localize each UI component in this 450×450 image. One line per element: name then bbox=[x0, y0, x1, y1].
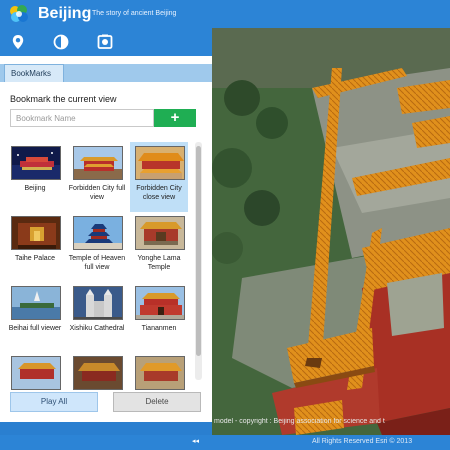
bookmark-label: Beijing bbox=[24, 185, 46, 192]
contrast-icon[interactable] bbox=[52, 33, 70, 51]
bookmark-item-taihe-palace[interactable]: Taihe Palace bbox=[6, 212, 64, 282]
scrollbar-thumb[interactable] bbox=[196, 146, 201, 356]
bookmark-label: Xishiku Cathedral bbox=[69, 325, 125, 332]
bookmark-label: Forbidden City full view bbox=[68, 185, 126, 201]
map-scene bbox=[212, 28, 450, 435]
tab-strip: BookMarks bbox=[0, 64, 212, 82]
bookmark-label: Tiananmen bbox=[141, 325, 177, 332]
toolbar bbox=[0, 28, 212, 56]
camera-icon[interactable] bbox=[96, 33, 114, 51]
bookmark-prompt: Bookmark the current view bbox=[10, 94, 117, 104]
map-credit: model - copyright : Beijing association … bbox=[214, 418, 385, 425]
bookmark-item-beijing[interactable]: Beijing bbox=[6, 142, 64, 212]
collapse-panel-icon[interactable]: ◂◂ bbox=[192, 437, 206, 447]
app-logo-icon bbox=[10, 5, 28, 22]
tab-bookmarks[interactable]: BookMarks bbox=[4, 64, 64, 82]
bookmark-thumbnail bbox=[11, 286, 61, 320]
bookmark-thumbnail bbox=[11, 216, 61, 250]
bookmark-thumbnail bbox=[73, 216, 123, 250]
bookmark-label: Temple of Heaven full view bbox=[68, 255, 126, 271]
copyright-text: All Rights Reserved Esri © 2013 bbox=[312, 438, 413, 445]
bookmark-thumbnail bbox=[73, 356, 123, 390]
app-title: Beijing bbox=[38, 5, 92, 22]
bookmark-label: Taihe Palace bbox=[14, 255, 56, 262]
bookmark-label: Beihai full viewer bbox=[8, 325, 62, 332]
map-view[interactable] bbox=[212, 28, 450, 435]
bookmark-item-tiananmen[interactable]: Tiananmen bbox=[130, 282, 188, 352]
status-bar: ◂◂ All Rights Reserved Esri © 2013 bbox=[0, 435, 450, 450]
add-bookmark-button[interactable]: + bbox=[154, 109, 196, 127]
bookmark-label: Yonghe Lama Temple bbox=[137, 255, 181, 271]
bookmark-thumbnail bbox=[135, 216, 185, 250]
bookmark-thumbnail bbox=[73, 146, 123, 180]
bookmark-thumbnail bbox=[135, 286, 185, 320]
bookmark-name-input[interactable] bbox=[10, 109, 154, 127]
delete-button[interactable]: Delete bbox=[113, 392, 201, 412]
bookmark-label: Forbidden City close view bbox=[136, 185, 182, 201]
play-all-button[interactable]: Play All bbox=[10, 392, 98, 412]
location-pin-icon[interactable] bbox=[9, 33, 27, 51]
bookmark-thumbnail bbox=[11, 356, 61, 390]
bookmark-thumbnail bbox=[11, 146, 61, 180]
app-subtitle: The story of ancient Beijing bbox=[92, 10, 177, 17]
bookmark-thumbnail bbox=[135, 356, 185, 390]
bookmark-item-forbidden-city-full[interactable]: Forbidden City full view bbox=[68, 142, 126, 212]
bookmark-item-beihai[interactable]: Beihai full viewer bbox=[6, 282, 64, 352]
bookmark-thumbnail bbox=[73, 286, 123, 320]
bookmark-thumbnail bbox=[135, 146, 185, 180]
bookmark-item-temple-of-heaven[interactable]: Temple of Heaven full view bbox=[68, 212, 126, 282]
bookmark-item-yonghe-lama-temple[interactable]: Yonghe Lama Temple bbox=[130, 212, 188, 282]
bookmarks-panel: BookMarks Bookmark the current view + Be… bbox=[0, 56, 212, 422]
bookmark-item-xishiku-cathedral[interactable]: Xishiku Cathedral bbox=[68, 282, 126, 352]
bookmark-item-forbidden-city-close[interactable]: Forbidden City close view bbox=[130, 142, 188, 212]
app-header: Beijing The story of ancient Beijing bbox=[0, 0, 450, 28]
